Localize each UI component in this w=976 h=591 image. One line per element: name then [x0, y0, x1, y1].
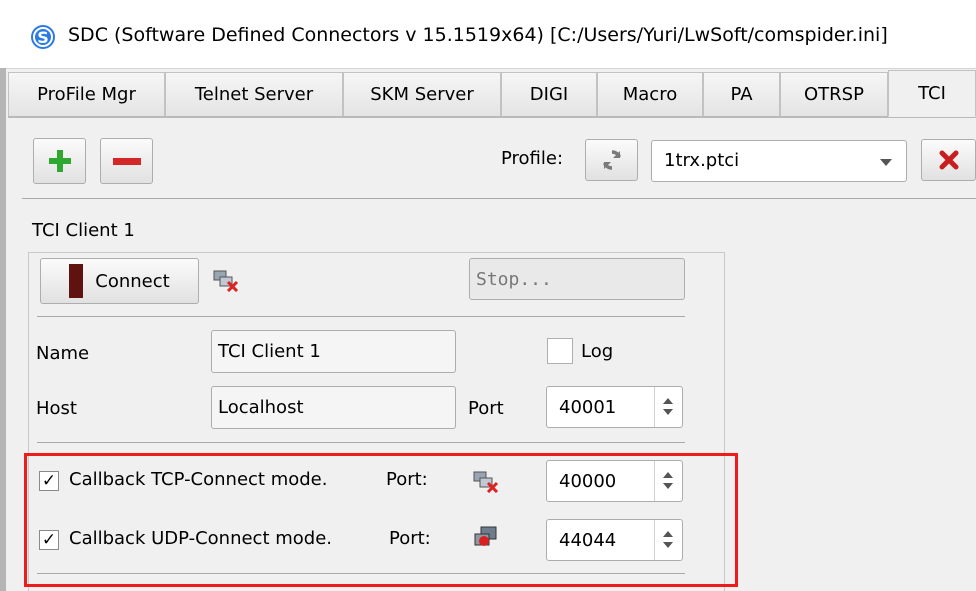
profile-label: Profile:	[501, 148, 564, 169]
title-bar: S SDC (Software Defined Connectors v 15.…	[0, 0, 976, 69]
log-checkbox[interactable]	[547, 338, 573, 364]
stepper-buttons[interactable]	[654, 387, 682, 427]
port-label: Port	[468, 398, 504, 419]
port-stepper[interactable]: 40001	[546, 386, 683, 428]
callback-udp-checkbox[interactable]: ✓	[39, 530, 59, 550]
connect-button[interactable]: Connect	[40, 258, 199, 304]
chevron-down-icon	[880, 159, 892, 166]
app-logo-icon: S	[31, 25, 55, 49]
udp-network-icon	[474, 526, 497, 546]
callback-udp-port-stepper[interactable]: 44044	[546, 519, 683, 561]
add-profile-button[interactable]	[33, 138, 86, 184]
toolbar-divider	[22, 198, 976, 199]
name-input[interactable]: TCI Client 1	[211, 330, 456, 373]
group-divider-bottom	[37, 573, 685, 574]
profile-select-value: 1trx.ptci	[664, 150, 740, 171]
tab-profile-mgr[interactable]: ProFile Mgr	[8, 72, 165, 117]
window-title: SDC (Software Defined Connectors v 15.15…	[68, 24, 888, 46]
name-label: Name	[36, 343, 90, 364]
callback-tcp-port-stepper[interactable]: 40000	[546, 460, 683, 502]
stepper-buttons[interactable]	[654, 520, 682, 560]
port-value: 40001	[559, 397, 617, 418]
callback-udp-label: Callback UDP-Connect mode.	[69, 528, 333, 549]
group-divider-middle	[37, 442, 685, 443]
tab-divider	[8, 117, 976, 118]
tcp-disconnected-icon	[473, 471, 499, 493]
remove-profile-button[interactable]	[100, 138, 153, 184]
network-disconnected-icon	[213, 270, 239, 292]
client-group-title: TCI Client 1	[32, 220, 135, 241]
refresh-icon	[602, 150, 621, 170]
host-label: Host	[36, 398, 77, 419]
callback-udp-port-label: Port:	[389, 528, 431, 549]
callback-tcp-port-label: Port:	[386, 469, 428, 490]
tab-bar: ProFile Mgr Telnet Server SKM Server DIG…	[8, 70, 976, 118]
log-label: Log	[581, 341, 614, 362]
callback-udp-port-value: 44044	[559, 530, 617, 551]
tab-skm-server[interactable]: SKM Server	[343, 72, 501, 117]
tab-digi[interactable]: DIGI	[501, 72, 597, 117]
connect-button-label: Connect	[95, 270, 170, 292]
tab-macro[interactable]: Macro	[597, 72, 703, 117]
group-divider-top	[37, 316, 685, 317]
status-field: Stop...	[469, 258, 685, 300]
tab-otrsp[interactable]: OTRSP	[780, 72, 888, 117]
close-icon	[939, 150, 958, 170]
callback-tcp-port-value: 40000	[559, 471, 617, 492]
tab-telnet-server[interactable]: Telnet Server	[165, 72, 343, 117]
tab-pa[interactable]: PA	[703, 72, 780, 117]
minus-icon	[112, 157, 141, 165]
profile-select[interactable]: 1trx.ptci	[651, 140, 907, 182]
plus-icon	[48, 150, 71, 172]
callback-tcp-checkbox[interactable]: ✓	[39, 471, 59, 491]
reload-profile-button[interactable]	[585, 139, 638, 181]
window-left-edge	[0, 68, 6, 591]
host-input[interactable]: Localhost	[211, 386, 456, 429]
delete-profile-button[interactable]	[921, 139, 976, 181]
stepper-buttons[interactable]	[654, 461, 682, 501]
callback-tcp-label: Callback TCP-Connect mode.	[69, 469, 328, 490]
connection-state-indicator	[69, 264, 84, 298]
tab-tci[interactable]: TCI	[888, 70, 976, 117]
